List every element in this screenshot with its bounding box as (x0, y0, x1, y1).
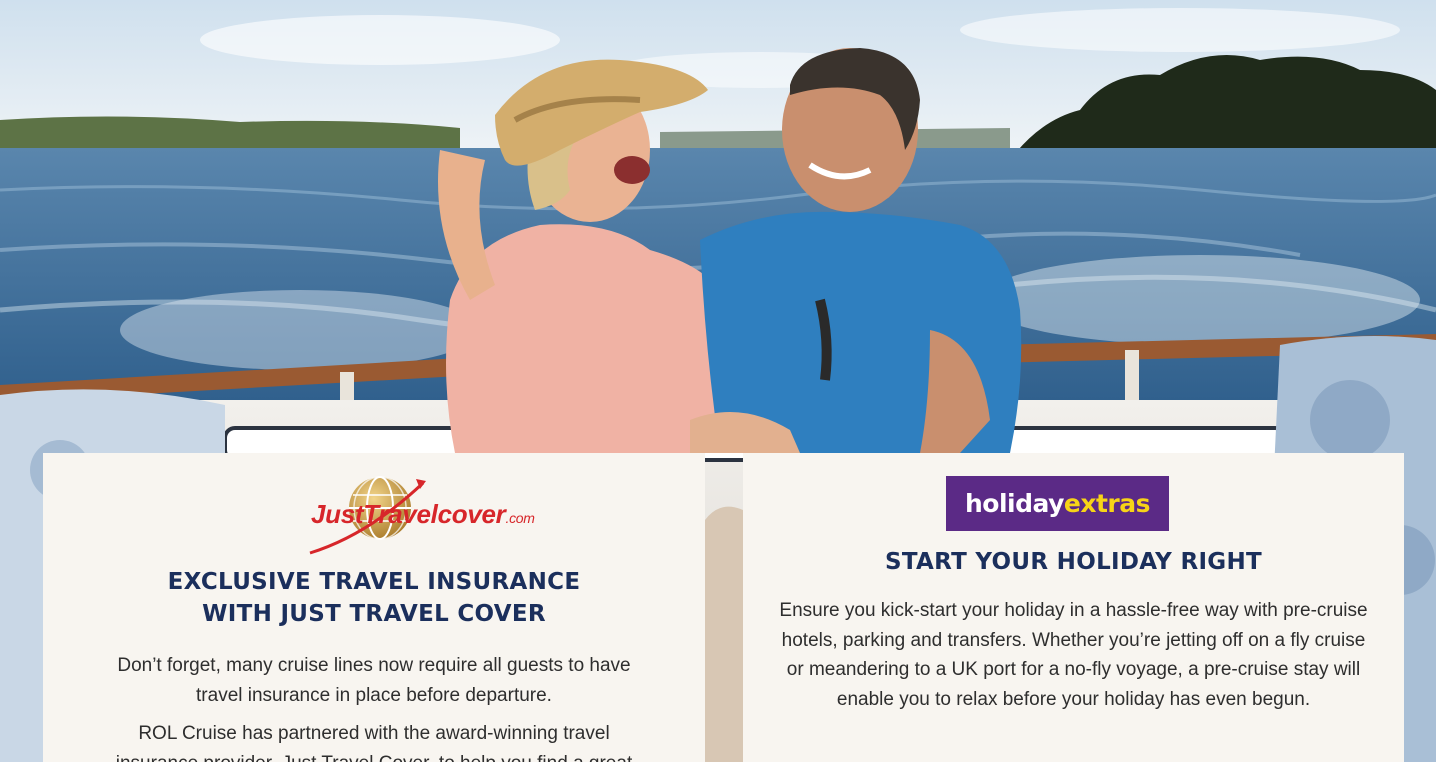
logo-wordmark: JustTravelcover.com (311, 499, 535, 529)
just-travel-cover-logo[interactable]: JustTravelcover.com (193, 475, 543, 555)
heading-line-1: EXCLUSIVE TRAVEL INSURANCE (167, 569, 581, 595)
insurance-paragraph-2: ROL Cruise has partnered with the award-… (116, 723, 632, 762)
holiday-heading: START YOUR HOLIDAY RIGHT (884, 549, 1263, 575)
logo-holiday-text: holiday (964, 489, 1064, 518)
travel-insurance-card: JustTravelcover.com EXCLUSIVE TRAVEL INS… (43, 453, 705, 762)
heading-line-2: WITH JUST TRAVEL COVER (202, 601, 546, 627)
insurance-paragraph-1: Don’t forget, many cruise lines now requ… (117, 655, 631, 706)
logo-extras-text: extras (1063, 489, 1151, 518)
holiday-extras-logo[interactable]: holiday extras (946, 476, 1169, 531)
insurance-heading: EXCLUSIVE TRAVEL INSURANCE WITH JUST TRA… (43, 566, 705, 630)
holiday-extras-card: holiday extras START YOUR HOLIDAY RIGHT E… (743, 453, 1404, 762)
holiday-paragraph: Ensure you kick-start your holiday in a … (779, 600, 1368, 710)
